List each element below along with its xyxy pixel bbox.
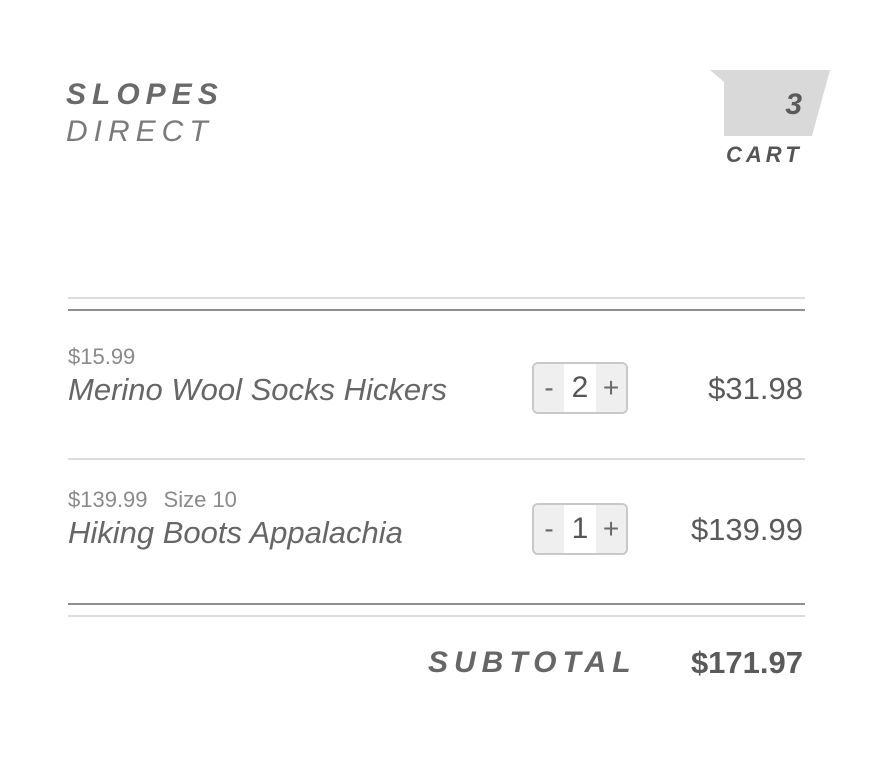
cart-badge-shape bbox=[710, 70, 830, 136]
unit-price: $15.99 bbox=[68, 346, 135, 368]
cart-label: CART bbox=[726, 142, 803, 167]
subtotal-label: SUBTOTAL bbox=[428, 646, 637, 679]
cart-item: $139.99 Size 10 Hiking Boots Appalachia -… bbox=[68, 489, 805, 569]
increment-button[interactable]: + bbox=[596, 364, 626, 412]
header-divider-light bbox=[68, 297, 805, 299]
product-name[interactable]: Merino Wool Socks Hickers bbox=[68, 374, 447, 405]
decrement-button[interactable]: - bbox=[534, 505, 564, 553]
unit-price: $139.99 Size 10 bbox=[68, 489, 237, 511]
quantity-value[interactable]: 2 bbox=[564, 364, 596, 412]
summary-divider-light bbox=[68, 615, 805, 617]
summary-divider-dark bbox=[68, 603, 805, 605]
line-total: $31.98 bbox=[708, 371, 803, 406]
line-total: $139.99 bbox=[690, 512, 803, 547]
cart-item: $15.99 Merino Wool Socks Hickers - 2 + $… bbox=[68, 346, 805, 426]
item-size: Size 10 bbox=[163, 487, 237, 512]
quantity-value[interactable]: 1 bbox=[564, 505, 596, 553]
quantity-stepper: - 2 + bbox=[532, 362, 628, 414]
product-name[interactable]: Hiking Boots Appalachia bbox=[68, 517, 403, 548]
cart-button[interactable]: 3 CART bbox=[706, 70, 830, 180]
brand-name-line2: DIRECT bbox=[66, 115, 214, 148]
quantity-stepper: - 1 + bbox=[532, 503, 628, 555]
brand-logo: SLOPES DIRECT bbox=[66, 80, 224, 147]
cart-count: 3 bbox=[785, 88, 802, 121]
increment-button[interactable]: + bbox=[596, 505, 626, 553]
unit-price-value: $15.99 bbox=[68, 344, 136, 369]
decrement-button[interactable]: - bbox=[534, 364, 564, 412]
item-divider bbox=[68, 458, 805, 460]
header-divider-dark bbox=[68, 309, 805, 311]
unit-price-value: $139.99 bbox=[68, 487, 148, 512]
subtotal-value: $171.97 bbox=[690, 645, 803, 680]
brand-name-line1: SLOPES bbox=[66, 78, 224, 111]
